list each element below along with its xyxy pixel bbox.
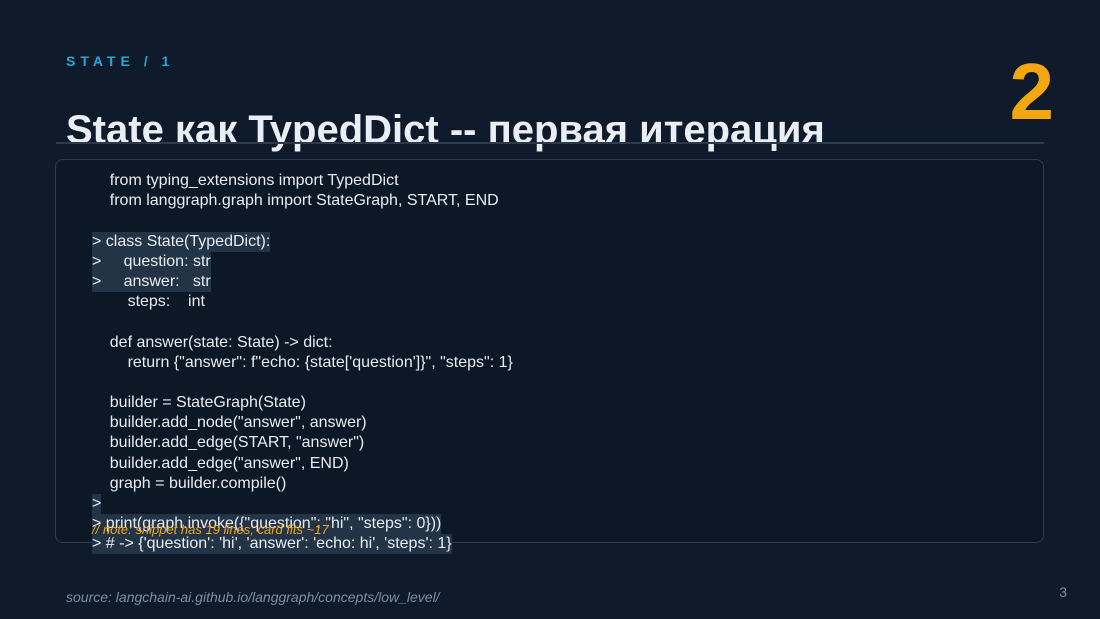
code-line-text: builder = StateGraph(State) [92, 394, 306, 412]
code-line-text: from langgraph.graph import StateGraph, … [92, 192, 499, 210]
code-line-text: steps: int [92, 293, 205, 311]
code-line-text: > [92, 494, 102, 514]
section-kicker: STATE / 1 [66, 53, 175, 69]
code-line: > [92, 494, 792, 514]
code-line: > # -> {'question': 'hi', 'answer': 'ech… [92, 534, 792, 555]
code-line-text: graph = builder.compile() [92, 474, 287, 492]
slide-step-number: 2 [1009, 47, 1055, 136]
code-line: graph = builder.compile() [92, 474, 792, 494]
code-line: builder.add_edge("answer", END) [92, 454, 792, 474]
code-line: builder.add_node("answer", answer) [92, 413, 792, 433]
code-block: from typing_extensions import TypedDict … [92, 171, 792, 555]
code-line-text: > class State(TypedDict): [92, 231, 271, 252]
code-line-text: return {"answer": f"echo: {state['questi… [92, 353, 513, 371]
code-line: builder = StateGraph(State) [92, 393, 792, 413]
code-line: from typing_extensions import TypedDict [92, 171, 792, 191]
code-line: def answer(state: State) -> dict: [92, 333, 792, 353]
code-line-text: from typing_extensions import TypedDict [92, 172, 399, 189]
source-citation: source: langchain-ai.github.io/langgraph… [66, 589, 440, 605]
code-line: > class State(TypedDict): [92, 231, 792, 252]
code-line-text: > # -> {'question': 'hi', 'answer': 'ech… [92, 534, 452, 555]
code-line-text: builder.add_node("answer", answer) [92, 414, 367, 432]
code-line-text: > question: str [92, 251, 211, 272]
code-line: from langgraph.graph import StateGraph, … [92, 191, 792, 211]
code-line: > question: str [92, 251, 792, 272]
code-line-text: > answer: str [92, 271, 211, 292]
code-line-text: builder.add_edge("answer", END) [92, 454, 349, 472]
code-line: return {"answer": f"echo: {state['questi… [92, 353, 792, 373]
code-line-text: def answer(state: State) -> dict: [92, 333, 333, 351]
code-line: steps: int [92, 292, 792, 312]
title-divider [56, 142, 1044, 144]
code-line-text: builder.add_edge(START, "answer") [92, 434, 365, 452]
page-number: 3 [1059, 584, 1067, 600]
overflow-note: // note: snippet has 19 lines; card fits… [92, 522, 329, 537]
code-line: > answer: str [92, 271, 792, 292]
code-line: builder.add_edge(START, "answer") [92, 433, 792, 453]
slide-title: State как TypedDict -- первая итерация [66, 108, 825, 152]
